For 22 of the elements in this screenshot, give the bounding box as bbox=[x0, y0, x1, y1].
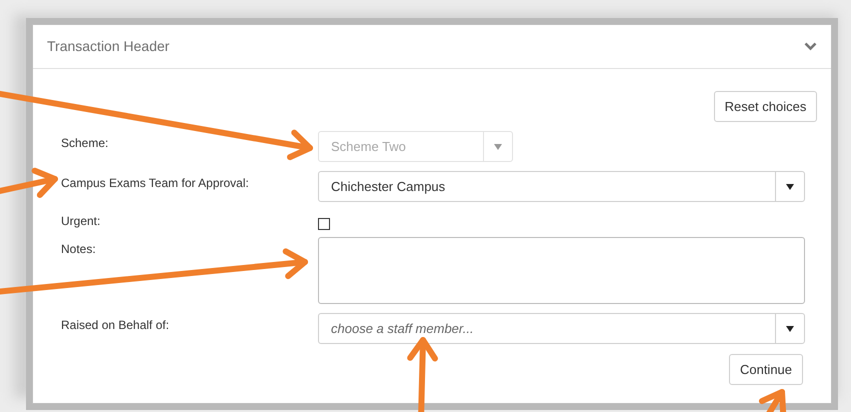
panel-title: Transaction Header bbox=[47, 37, 170, 56]
checkbox[interactable] bbox=[318, 218, 330, 230]
caret-icon bbox=[786, 184, 794, 190]
annotation-arrow bbox=[0, 168, 58, 198]
field-label: Urgent: bbox=[61, 213, 100, 230]
annotation-arrow bbox=[758, 389, 786, 412]
field-label: Raised on Behalf of: bbox=[61, 317, 170, 334]
field-label: Notes: bbox=[61, 241, 96, 258]
dropdown-placeholder: choose a staff member... bbox=[330, 320, 475, 338]
reset-button[interactable]: Reset choices bbox=[714, 91, 817, 122]
continue-button[interactable]: Continue bbox=[729, 354, 803, 385]
panel-header[interactable]: Transaction Header bbox=[33, 25, 831, 69]
dropdown[interactable]: choose a staff member... bbox=[318, 313, 805, 344]
dropdown-value: Scheme Two bbox=[330, 138, 407, 156]
field-label: Scheme: bbox=[61, 135, 108, 152]
notes-field[interactable] bbox=[318, 237, 805, 304]
chevron-icon bbox=[804, 42, 817, 51]
dropdown[interactable]: Chichester Campus bbox=[318, 171, 805, 202]
field-label: Campus Exams Team for Approval: bbox=[61, 175, 249, 192]
dropdown-value: Chichester Campus bbox=[330, 178, 446, 196]
caret-icon bbox=[786, 326, 794, 332]
caret-icon bbox=[494, 144, 502, 150]
